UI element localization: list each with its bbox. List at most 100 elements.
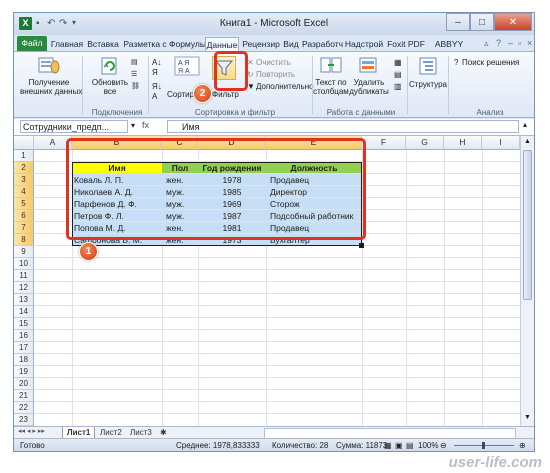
tab-data[interactable]: Данные (205, 37, 239, 51)
refresh-all-button[interactable]: Обновить все (88, 78, 132, 96)
filter-button[interactable]: Фильтр (212, 90, 239, 99)
solver-button[interactable]: Поиск решения (462, 58, 519, 67)
zoom-in-icon[interactable]: ⊕ (519, 439, 526, 451)
select-all-corner[interactable] (14, 136, 34, 150)
sheet-nav-icon[interactable]: ◂◂ ◂ ▸ ▸▸ (18, 427, 45, 435)
row-header[interactable]: 1 (14, 150, 34, 162)
consolidate-icon[interactable]: ▤ (394, 70, 402, 79)
column-header[interactable]: G (406, 136, 444, 150)
row-header[interactable]: 17 (14, 342, 34, 354)
zoom-slider-thumb[interactable] (482, 442, 485, 449)
row-header[interactable]: 3 (14, 174, 34, 186)
tab-abbyy-pdf[interactable]: ABBYY PDF (428, 37, 470, 63)
step-2-badge: 2 (193, 84, 212, 103)
scroll-thumb[interactable] (523, 150, 532, 300)
normal-view-icon[interactable]: ▦ (384, 439, 392, 451)
page-break-view-icon[interactable]: ▤ (406, 439, 414, 451)
page-layout-view-icon[interactable]: ▣ (395, 439, 403, 451)
row-header[interactable]: 16 (14, 330, 34, 342)
vertical-scrollbar[interactable]: ▲ ▼ (520, 136, 534, 426)
minimize-button[interactable]: – (446, 13, 470, 31)
new-sheet-icon[interactable]: ✱ (156, 427, 171, 438)
tab-developer[interactable]: Разработч (302, 37, 343, 51)
tab-formulas[interactable]: Формулы (169, 37, 206, 51)
row-header[interactable]: 14 (14, 306, 34, 318)
tab-view[interactable]: Вид (282, 37, 300, 51)
row-header[interactable]: 11 (14, 270, 34, 282)
zoom-level[interactable]: 100% (418, 439, 438, 451)
expand-formula-icon[interactable]: ▴ (523, 120, 527, 129)
tab-home[interactable]: Главная (50, 37, 84, 51)
edit-links-icon[interactable]: ⛓ (131, 82, 140, 91)
scroll-down-icon[interactable]: ▼ (523, 414, 532, 423)
table-callout (66, 138, 366, 240)
row-header[interactable]: 23 (14, 414, 34, 426)
tab-file[interactable]: Файл (17, 36, 47, 51)
insert-function-icon[interactable]: fx (142, 120, 149, 130)
name-box[interactable]: Сотрудники_предп... (20, 120, 128, 133)
row-header[interactable]: 15 (14, 318, 34, 330)
row-header[interactable]: 6 (14, 210, 34, 222)
workbook-restore-icon[interactable]: ▫ (518, 38, 521, 48)
clear-icon: ✕ (247, 58, 254, 67)
row-header[interactable]: 4 (14, 186, 34, 198)
fill-handle[interactable] (359, 243, 364, 248)
sort-az-icon[interactable]: A↓ Я (152, 58, 161, 78)
svg-text:A Я: A Я (178, 60, 189, 67)
solver-icon: ? (454, 58, 459, 67)
row-header[interactable]: 21 (14, 390, 34, 402)
row-header[interactable]: 2 (14, 162, 34, 174)
name-box-dropdown-icon[interactable]: ▾ (131, 121, 135, 130)
tab-review[interactable]: Рецензир (241, 37, 281, 51)
status-bar: Готово Среднее: 1978,833333 Количество: … (14, 438, 534, 451)
step-1-badge: 1 (79, 242, 98, 261)
close-button[interactable]: ✕ (494, 13, 532, 31)
connections-icon[interactable]: ▤ (131, 58, 138, 67)
tab-addins[interactable]: Надстрой (344, 37, 384, 51)
row-header[interactable]: 13 (14, 294, 34, 306)
formula-input[interactable]: Имя (167, 120, 519, 133)
workbook-minimize-icon[interactable]: – (508, 38, 513, 48)
row-header[interactable]: 7 (14, 222, 34, 234)
svg-text:Я A: Я A (178, 68, 190, 75)
tab-page-layout[interactable]: Разметка с (122, 37, 168, 51)
what-if-icon[interactable]: ▥ (394, 82, 402, 91)
row-header[interactable]: 9 (14, 246, 34, 258)
remove-duplicates-button[interactable]: Удалить дубликаты (348, 78, 390, 96)
maximize-button[interactable]: □ (470, 13, 494, 31)
sheet-tab-2[interactable]: Лист2 (96, 427, 126, 438)
row-header[interactable]: 20 (14, 378, 34, 390)
row-header[interactable]: 8 (14, 234, 34, 246)
outline-button[interactable]: Структура (409, 80, 447, 89)
column-header[interactable]: F (362, 136, 406, 150)
status-sum: Сумма: 11873 (336, 441, 388, 450)
outline-icon (418, 56, 438, 76)
row-header[interactable]: 18 (14, 354, 34, 366)
column-header[interactable]: H (444, 136, 482, 150)
sheet-tab-3[interactable]: Лист3 (126, 427, 156, 438)
row-header[interactable]: 10 (14, 258, 34, 270)
ribbon-tabs: Файл Главная Вставка Разметка с Формулы … (14, 35, 534, 63)
title-bar: X ▪ ↶ ↷ ▾ Книга1 - Microsoft Excel – □ ✕ (14, 13, 534, 35)
row-header[interactable]: 12 (14, 282, 34, 294)
properties-icon[interactable]: ☰ (131, 70, 137, 79)
scroll-up-icon[interactable]: ▲ (523, 138, 532, 147)
tab-foxit-pdf[interactable]: Foxit PDF (386, 37, 426, 51)
row-header[interactable]: 19 (14, 366, 34, 378)
advanced-button[interactable]: Дополнительно (256, 82, 314, 91)
help-icon[interactable]: ? (496, 38, 501, 48)
text-to-columns-button[interactable]: Текст по столбцам (311, 78, 351, 96)
row-header[interactable]: 22 (14, 402, 34, 414)
data-validation-icon[interactable]: ▦ (394, 58, 402, 67)
workbook-close-icon[interactable]: × (527, 38, 532, 48)
refresh-icon (100, 56, 120, 76)
clear-button[interactable]: Очистить (256, 58, 291, 67)
column-header[interactable]: I (482, 136, 520, 150)
tab-insert[interactable]: Вставка (86, 37, 120, 51)
sort-za-icon[interactable]: Я↓ A (152, 82, 162, 102)
zoom-out-icon[interactable]: ⊖ (440, 439, 447, 451)
get-external-data-button[interactable]: Получение внешних данных (20, 78, 82, 96)
reapply-button[interactable]: Повторить (256, 70, 295, 79)
row-header[interactable]: 5 (14, 198, 34, 210)
minimize-ribbon-icon[interactable]: ▵ (484, 38, 489, 49)
